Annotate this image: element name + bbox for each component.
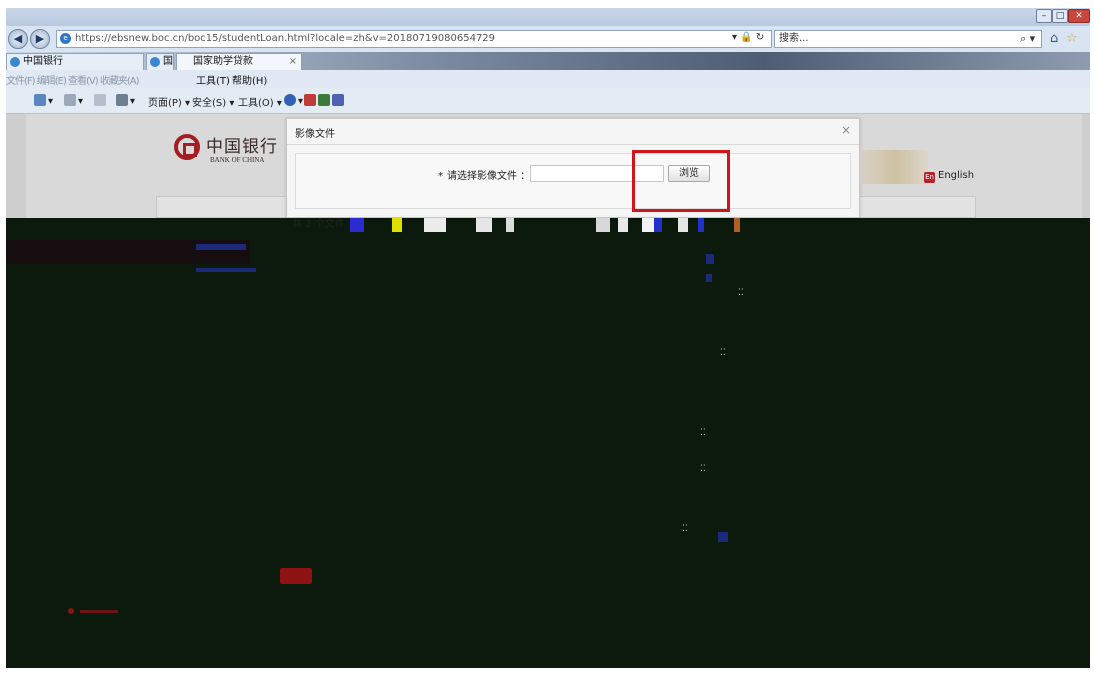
menu-tools[interactable]: 工具(T)	[196, 72, 230, 87]
tab-label: 国	[163, 56, 173, 67]
search-placeholder: 搜索...	[779, 33, 809, 44]
favorites-star-icon[interactable]: ☆	[1066, 31, 1078, 46]
browse-button[interactable]: 浏览	[668, 165, 710, 182]
glitch-artifact	[734, 218, 740, 232]
addon-icons[interactable]	[304, 94, 346, 107]
tab-label: 国家助学贷款	[193, 56, 253, 67]
address-bar[interactable]: e https://ebsnew.boc.cn/boc15/studentLoa…	[56, 30, 772, 48]
image-file-dialog: 影像文件 × * 请选择影像文件 ： 浏览	[286, 118, 860, 218]
search-icon[interactable]: ⌕ ▾	[1020, 32, 1035, 46]
glitch-artifact: ⁚⁚	[700, 428, 706, 438]
glitch-artifact: ⁚⁚	[700, 464, 706, 474]
glitch-artifact	[706, 254, 714, 264]
dialog-title: 影像文件	[295, 129, 335, 140]
boc-logo[interactable]: 中国银行 BANK OF CHINA	[174, 132, 277, 172]
tab-boc-short[interactable]: 国	[146, 53, 174, 70]
glitch-artifact	[718, 532, 728, 542]
mail-icon[interactable]	[94, 94, 108, 107]
url-text: https://ebsnew.boc.cn/boc15/studentLoan.…	[75, 33, 496, 44]
submit-button[interactable]	[280, 568, 312, 584]
boc-mark-icon	[174, 134, 200, 160]
close-window-button[interactable]: ✕	[1068, 9, 1090, 23]
glitch-artifact	[698, 218, 704, 232]
tools-menu[interactable]: 工具(O) ▾	[238, 94, 282, 109]
status-line	[80, 610, 118, 613]
page-menu[interactable]: 页面(P) ▾	[148, 94, 190, 109]
tab-boc[interactable]: 中国银行	[6, 53, 144, 70]
glitch-artifact	[618, 218, 628, 232]
banner-decoration	[862, 150, 928, 184]
glitch-artifact	[196, 244, 246, 250]
safety-menu-label: 安全(S)	[192, 98, 227, 109]
glitch-artifact	[196, 268, 256, 272]
glitch-artifact: ⁚⁚	[682, 524, 688, 534]
forward-button[interactable]: ▶	[30, 29, 50, 49]
tab-favicon-icon	[10, 57, 20, 67]
menu-bar: 文件(F) 编辑(E) 查看(V) 收藏夹(A) 工具(T) 帮助(H)	[6, 70, 1090, 88]
maximize-button[interactable]: □	[1052, 9, 1068, 23]
help-cmd-icon[interactable]: ▾	[284, 94, 303, 107]
tab-student-loan[interactable]: 国家助学贷款 ×	[176, 53, 302, 70]
tab-row: 中国银行 国 国家助学贷款 ×	[6, 52, 1090, 70]
screenshot-frame: – □ ✕ ◀ ▶ e https://ebsnew.boc.cn/boc15/…	[6, 8, 1090, 668]
glitch-artifact	[350, 218, 364, 232]
tab-favicon-icon	[150, 57, 160, 67]
glitch-artifact	[476, 218, 492, 232]
file-field-label: * 请选择影像文件 ：	[438, 167, 530, 182]
glitch-artifact	[392, 218, 402, 232]
page-menu-label: 页面(P)	[148, 98, 182, 109]
glitch-artifact: ⁚⁚	[720, 348, 726, 358]
minimize-button[interactable]: –	[1036, 9, 1052, 23]
language-badge: En	[924, 172, 935, 183]
required-mark: *	[438, 171, 443, 182]
lock-refresh-icons[interactable]: ▾ 🔒 ↻	[732, 32, 764, 43]
logo-en: BANK OF CHINA	[210, 156, 265, 164]
logo-cn: 中国银行	[206, 137, 278, 157]
glitch-artifact: ⁚⁚	[738, 288, 744, 298]
print-icon[interactable]: ▾	[116, 94, 135, 107]
tab-close-icon[interactable]: ×	[289, 54, 297, 70]
window-titlebar: – □ ✕	[6, 8, 1090, 26]
home-icon[interactable]: ⌂	[1050, 31, 1058, 46]
feeds-icon[interactable]: ▾	[64, 94, 83, 107]
tools-menu-label: 工具(O)	[238, 98, 274, 109]
status-dot	[68, 608, 74, 614]
file-count: 共 2 个文件	[292, 219, 345, 230]
glitch-artifact	[678, 218, 688, 232]
file-path-input[interactable]	[530, 165, 664, 182]
site-favicon-icon: e	[60, 33, 71, 44]
glitch-artifact	[654, 218, 662, 232]
menu-ghost-items[interactable]: 文件(F) 编辑(E) 查看(V) 收藏夹(A)	[6, 72, 139, 87]
address-row: ◀ ▶ e https://ebsnew.boc.cn/boc15/studen…	[6, 26, 1090, 52]
dialog-body: * 请选择影像文件 ： 浏览	[295, 153, 851, 209]
glitch-artifact	[506, 218, 514, 232]
file-field-text: 请选择影像文件 ：	[447, 171, 531, 182]
tab-label: 中国银行	[23, 56, 63, 67]
glitch-artifact	[424, 218, 446, 232]
glitch-artifact	[642, 218, 654, 232]
safety-menu[interactable]: 安全(S) ▾	[192, 94, 234, 109]
glitch-artifact	[596, 218, 610, 232]
dialog-close-icon[interactable]: ×	[841, 123, 851, 137]
dialog-header: 影像文件 ×	[287, 119, 859, 145]
menu-help[interactable]: 帮助(H)	[232, 72, 267, 87]
command-bar: ▾ ▾ ▾ 页面(P) ▾ 安全(S) ▾ 工具(O) ▾ ▾	[6, 88, 1090, 114]
back-button[interactable]: ◀	[8, 29, 28, 49]
language-switch[interactable]: En English	[924, 170, 974, 183]
language-label: English	[938, 170, 975, 181]
glitch-artifact	[706, 274, 712, 282]
search-input[interactable]: 搜索...	[774, 30, 1042, 48]
home-cmd-icon[interactable]: ▾	[34, 94, 53, 107]
